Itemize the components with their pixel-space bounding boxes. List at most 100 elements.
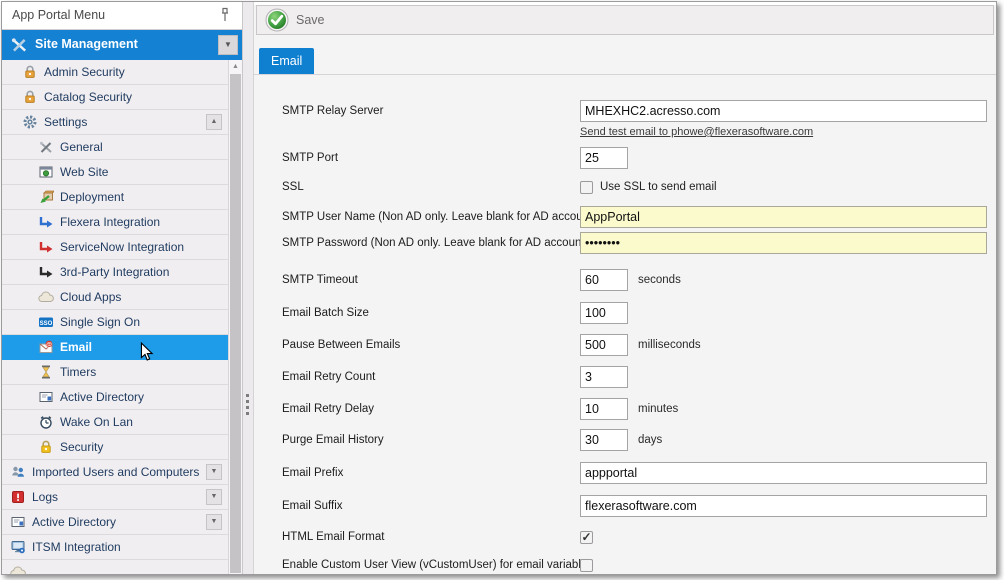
sidebar-group-imported-users[interactable]: Imported Users and Computers ▼ bbox=[2, 460, 228, 485]
tools-gray-icon bbox=[38, 139, 54, 155]
sidebar-group-label: Site Management bbox=[35, 37, 138, 51]
ssl-checkbox-label: Use SSL to send email bbox=[600, 181, 717, 193]
chevron-down-icon[interactable]: ▼ bbox=[206, 514, 222, 530]
sidebar-item-label: Active Directory bbox=[32, 515, 116, 529]
sidebar-item-label: Settings bbox=[44, 115, 87, 129]
padlock-icon bbox=[22, 89, 38, 105]
import-arrow-blue-icon bbox=[38, 214, 54, 230]
sidebar-item-label: ServiceNow Integration bbox=[60, 240, 184, 254]
hourglass-icon bbox=[38, 364, 54, 380]
sidebar-item-label: Imported Users and Computers bbox=[32, 465, 199, 479]
sidebar-item-label: Logs bbox=[32, 490, 58, 504]
cloud-icon bbox=[38, 289, 54, 305]
sidebar-group-active-directory[interactable]: Active Directory ▼ bbox=[2, 510, 228, 535]
ssl-checkbox[interactable] bbox=[580, 181, 593, 194]
sso-badge-icon: SSO bbox=[38, 314, 54, 330]
chevron-down-icon[interactable]: ▼ bbox=[206, 489, 222, 505]
padlock-yellow-icon bbox=[38, 439, 54, 455]
chevron-down-icon[interactable]: ▼ bbox=[206, 464, 222, 480]
sidebar-item-clipped[interactable] bbox=[2, 560, 228, 574]
svg-text:SSO: SSO bbox=[40, 321, 53, 327]
sidebar-item-label: Single Sign On bbox=[60, 315, 140, 329]
email-retry-count-input[interactable] bbox=[580, 366, 628, 388]
pin-icon[interactable] bbox=[218, 7, 232, 23]
field-label: Email Suffix bbox=[282, 495, 577, 517]
sidebar-scrollbar[interactable]: ▲ bbox=[228, 60, 242, 574]
email-suffix-input[interactable] bbox=[580, 495, 987, 517]
html-email-format-checkbox[interactable] bbox=[580, 531, 593, 544]
smtp-username-input[interactable] bbox=[580, 206, 987, 228]
purge-email-history-input[interactable] bbox=[580, 429, 628, 451]
field-label: Email Prefix bbox=[282, 462, 577, 484]
unit-label: minutes bbox=[638, 398, 678, 420]
field-label: Email Batch Size bbox=[282, 302, 577, 324]
sidebar-item-itsm-integration[interactable]: ITSM Integration bbox=[2, 535, 228, 560]
main-panel: Save Email SMTP Relay Server Send test e… bbox=[254, 2, 996, 574]
sidebar-item-email[interactable]: @ Email bbox=[2, 335, 228, 360]
cloud-icon bbox=[10, 564, 26, 574]
email-retry-delay-input[interactable] bbox=[580, 398, 628, 420]
sidebar-item-wake-on-lan[interactable]: Wake On Lan bbox=[2, 410, 228, 435]
sidebar-item-security[interactable]: Security bbox=[2, 435, 228, 460]
custom-user-view-checkbox[interactable] bbox=[580, 559, 593, 572]
email-batch-size-input[interactable] bbox=[580, 302, 628, 324]
sidebar-item-active-directory-settings[interactable]: Active Directory bbox=[2, 385, 228, 410]
scrollbar-thumb[interactable] bbox=[230, 74, 241, 573]
scroll-up-icon[interactable]: ▲ bbox=[229, 60, 242, 74]
import-arrow-red-icon bbox=[38, 239, 54, 255]
chevron-up-icon[interactable]: ▲ bbox=[206, 114, 222, 130]
email-prefix-input[interactable] bbox=[580, 462, 987, 484]
field-label: Email Retry Delay bbox=[282, 398, 577, 420]
field-label: Pause Between Emails bbox=[282, 334, 577, 356]
pause-between-emails-input[interactable] bbox=[580, 334, 628, 356]
smtp-timeout-input[interactable] bbox=[580, 269, 628, 291]
sidebar-item-flexera-integration[interactable]: Flexera Integration bbox=[2, 210, 228, 235]
padlock-icon bbox=[22, 64, 38, 80]
logs-alert-icon bbox=[10, 489, 26, 505]
splitter-grip-icon bbox=[246, 394, 249, 418]
sidebar-item-servicenow-integration[interactable]: ServiceNow Integration bbox=[2, 235, 228, 260]
smtp-relay-server-input[interactable] bbox=[580, 100, 987, 122]
sidebar-item-cloud-apps[interactable]: Cloud Apps bbox=[2, 285, 228, 310]
envelope-at-icon: @ bbox=[38, 339, 54, 355]
sidebar-item-label: Catalog Security bbox=[44, 90, 132, 104]
toolbar: Save bbox=[256, 5, 994, 35]
sidebar-item-admin-security[interactable]: Admin Security bbox=[2, 60, 228, 85]
sidebar-item-label: 3rd-Party Integration bbox=[60, 265, 169, 279]
sidebar-item-web-site[interactable]: Web Site bbox=[2, 160, 228, 185]
sidebar-item-single-sign-on[interactable]: SSO Single Sign On bbox=[2, 310, 228, 335]
field-label: SMTP User Name (Non AD only. Leave blank… bbox=[282, 206, 577, 228]
gear-icon bbox=[22, 114, 38, 130]
package-arrow-icon bbox=[38, 189, 54, 205]
sidebar-group-site-management[interactable]: Site Management ▼ bbox=[2, 30, 242, 60]
sidebar-item-catalog-security[interactable]: Catalog Security bbox=[2, 85, 228, 110]
sidebar-item-label: General bbox=[60, 140, 103, 154]
sidebar-item-label: Security bbox=[60, 440, 103, 454]
sidebar-item-label: ITSM Integration bbox=[32, 540, 121, 554]
tab-email[interactable]: Email bbox=[259, 48, 314, 74]
sidebar-group-logs[interactable]: Logs ▼ bbox=[2, 485, 228, 510]
save-button[interactable]: Save bbox=[265, 8, 325, 32]
smtp-password-input[interactable] bbox=[580, 232, 987, 254]
sidebar-item-timers[interactable]: Timers bbox=[2, 360, 228, 385]
sidebar-item-general[interactable]: General bbox=[2, 135, 228, 160]
field-label: SMTP Password (Non AD only. Leave blank … bbox=[282, 232, 577, 254]
sidebar-item-3rd-party-integration[interactable]: 3rd-Party Integration bbox=[2, 260, 228, 285]
sidebar-item-label: Active Directory bbox=[60, 390, 144, 404]
save-check-icon bbox=[265, 8, 289, 32]
field-label: HTML Email Format bbox=[282, 530, 577, 545]
sidebar-item-label: Wake On Lan bbox=[60, 415, 133, 429]
sidebar-item-deployment[interactable]: Deployment bbox=[2, 185, 228, 210]
computer-gear-icon bbox=[10, 539, 26, 555]
field-label: SMTP Relay Server bbox=[282, 100, 577, 122]
sidebar-item-settings[interactable]: Settings ▲ bbox=[2, 110, 228, 135]
smtp-port-input[interactable] bbox=[580, 147, 628, 169]
sidebar: App Portal Menu Site Management ▼ Admin … bbox=[2, 2, 243, 574]
send-test-email-link[interactable]: Send test email to phowe@flexerasoftware… bbox=[580, 126, 813, 138]
chevron-down-icon[interactable]: ▼ bbox=[218, 35, 238, 55]
email-settings-form: SMTP Relay Server Send test email to pho… bbox=[254, 75, 996, 574]
pane-splitter[interactable] bbox=[243, 2, 254, 574]
save-label: Save bbox=[296, 13, 325, 27]
field-label: SMTP Timeout bbox=[282, 269, 577, 291]
sidebar-item-label: Flexera Integration bbox=[60, 215, 160, 229]
